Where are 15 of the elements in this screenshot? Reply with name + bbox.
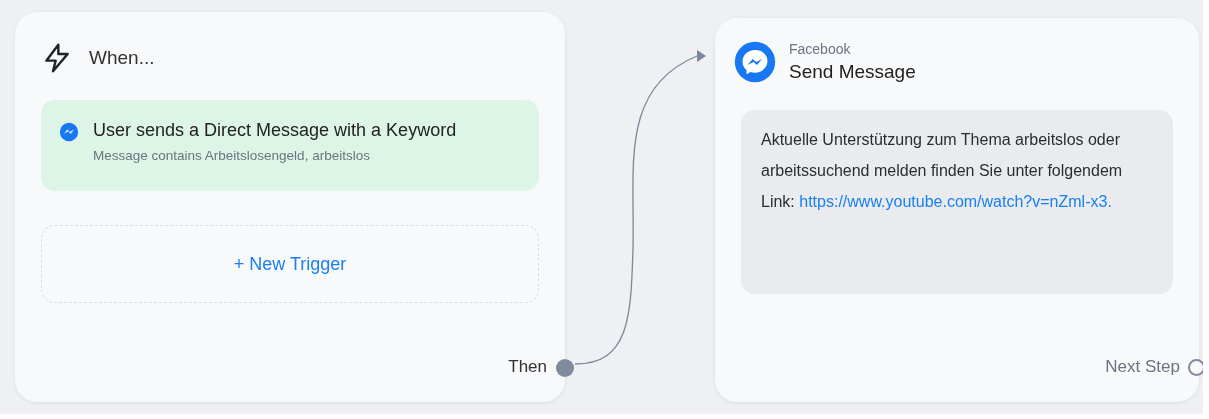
output-handle[interactable] — [556, 359, 574, 377]
output-label: Then — [508, 357, 547, 376]
new-trigger-button[interactable]: + New Trigger — [41, 225, 539, 303]
platform-label: Facebook — [789, 41, 852, 57]
action-title: Send Message — [789, 61, 916, 83]
trigger-title: User sends a Direct Message with a Keyword — [93, 120, 457, 141]
output-handle[interactable] — [1188, 358, 1203, 376]
message-text: Aktuelle Unterstützung zum Thema arbeitslos oder arbeitssuchend melden finden Sie unter folgendem Link: https://www.youtube.com/watch?v=nZml-x3. — [761, 130, 1124, 212]
messenger-icon — [59, 122, 79, 142]
trigger-item[interactable]: User sends a Direct Message with a Keyword Message contains Arbeitslosengeld, arbeitslos — [41, 100, 539, 191]
trigger-condition: Message contains Arbeitslosengeld, arbeitslos — [93, 148, 371, 163]
message-link[interactable]: https://www.youtube.com/watch?v=nZml-x3. — [799, 193, 1112, 210]
output-label: Next Step — [1105, 357, 1180, 377]
card-title: When... — [89, 47, 155, 69]
messenger-icon — [733, 40, 777, 84]
